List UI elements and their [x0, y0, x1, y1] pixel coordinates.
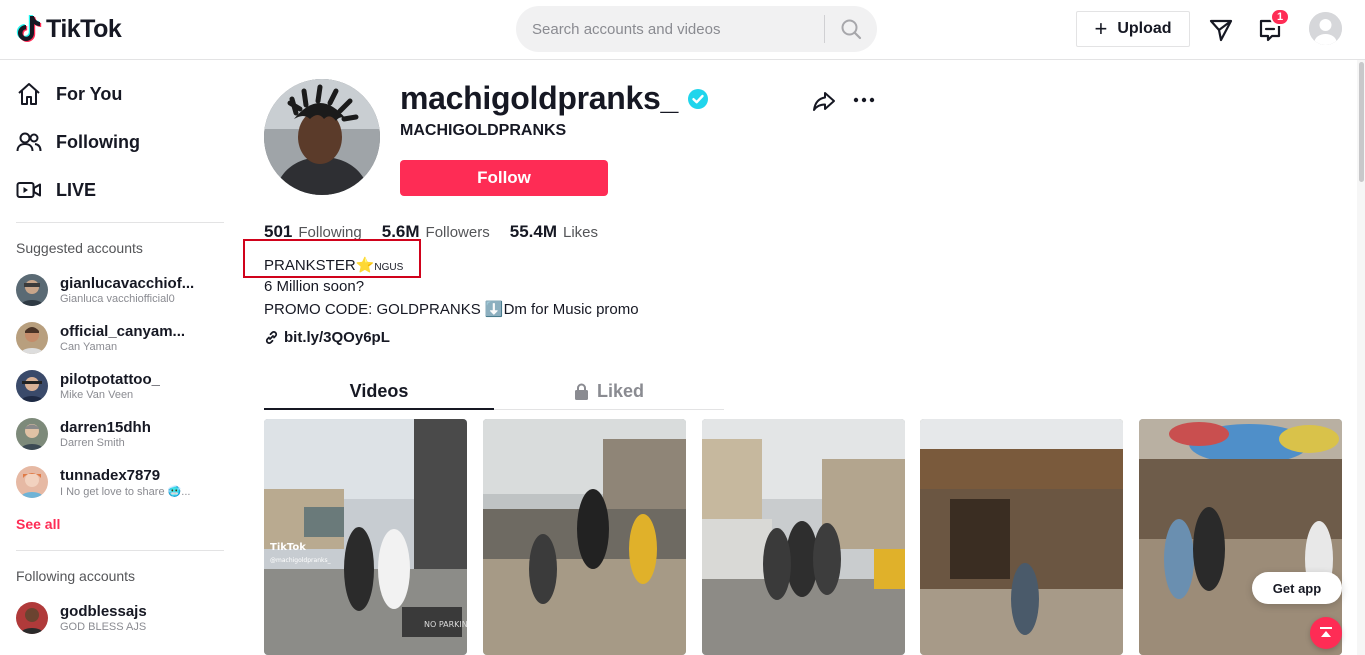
account-username: pilotpotattoo_ [60, 371, 160, 388]
account-username: gianlucavacchiof... [60, 275, 195, 292]
tiktok-watermark: TikTok [270, 542, 306, 553]
scrollbar-thumb[interactable] [1359, 62, 1364, 182]
tiktok-logo-icon [16, 15, 42, 42]
stat-label: Followers [425, 224, 490, 241]
following-account[interactable]: godblessajs GOD BLESS AJS [16, 596, 226, 640]
profile-photo [264, 79, 380, 195]
top-header: TikTok + Upload 1 [0, 0, 1365, 60]
no-parking-sign: NO PARKING [424, 620, 467, 629]
bio-text: Dm for Music promo [503, 301, 639, 318]
suggested-account[interactable]: tunnadex7879 I No get love to share 🥶... [16, 460, 226, 504]
lock-icon [574, 383, 588, 400]
down-arrow-emoji: ⬇️ [484, 301, 504, 318]
home-icon [18, 83, 40, 105]
share-icon [813, 92, 835, 111]
account-username: tunnadex7879 [60, 466, 161, 484]
upload-button[interactable]: + Upload [1076, 11, 1190, 47]
suggested-account[interactable]: pilotpotattoo_ Mike Van Veen [16, 364, 226, 408]
follow-button[interactable]: Follow [400, 160, 608, 196]
stat-value: 55.4M [509, 222, 557, 241]
more-icon [853, 97, 875, 103]
suggested-account[interactable]: darren15dhh Darren Smith [16, 412, 226, 456]
account-name: Can Yaman [60, 341, 118, 353]
see-all-link[interactable]: See all [16, 516, 60, 532]
send-message-button[interactable] [1208, 17, 1234, 48]
avatar [16, 602, 48, 634]
suggested-accounts-title: Suggested accounts [16, 240, 143, 256]
stat-label: Likes [562, 224, 599, 241]
account-name: GOD BLESS AJS [60, 621, 147, 633]
tab-label: Videos [349, 380, 409, 401]
search-icon [841, 19, 862, 40]
profile-tabs: Videos Liked [264, 372, 724, 410]
tab-videos[interactable]: Videos [264, 372, 494, 410]
arrow-up-icon [1320, 627, 1332, 637]
following-accounts-title: Following accounts [16, 568, 136, 584]
people-icon [16, 132, 42, 152]
search-input[interactable] [532, 20, 824, 38]
logo-text: TikTok [46, 14, 122, 43]
paper-plane-icon [1209, 19, 1233, 42]
link-icon [265, 331, 278, 344]
live-icon [16, 182, 41, 198]
bio-text: PROMO CODE: GOLDPRANKS [264, 301, 485, 318]
video-thumbnail[interactable] [483, 419, 686, 655]
nav-following[interactable]: Following [16, 128, 140, 156]
nav-for-you[interactable]: For You [16, 80, 122, 108]
video-thumbnail[interactable] [702, 419, 905, 655]
nav-live[interactable]: LIVE [16, 176, 96, 204]
back-to-top-button[interactable] [1310, 617, 1342, 649]
account-username: official_canyam... [60, 323, 186, 340]
suggested-account[interactable]: gianlucavacchiof... Gianluca vacchioffici… [16, 268, 226, 312]
username-text: machigoldpranks_ [400, 80, 678, 116]
user-avatar[interactable] [1309, 12, 1342, 45]
stat-likes: 55.4M Likes [510, 222, 598, 242]
account-name: Mike Van Veen [60, 389, 134, 401]
avatar [16, 370, 48, 402]
video-thumbnail[interactable] [920, 419, 1123, 655]
avatar [16, 418, 48, 450]
bio-link[interactable]: bit.ly/3QOy6pL [264, 329, 390, 346]
account-name: I No get love to share 🥶... [60, 485, 191, 498]
nav-label: Following [56, 131, 140, 152]
tab-label: Liked [596, 380, 644, 401]
link-text: bit.ly/3QOy6pL [284, 329, 390, 346]
search-bar [516, 6, 877, 52]
bio-line-2: 6 Million soon? [264, 278, 365, 295]
avatar [16, 322, 48, 354]
tab-liked[interactable]: Liked [494, 372, 724, 410]
avatar [16, 274, 48, 306]
nav-label: LIVE [56, 179, 97, 200]
nav-label: For You [56, 83, 123, 104]
verified-badge-icon [687, 88, 708, 109]
tiktok-logo[interactable]: TikTok [16, 14, 122, 44]
upload-label: Upload [1117, 20, 1172, 37]
bio-line-3: PROMO CODE: GOLDPRANKS ⬇️Dm for Music pr… [264, 300, 639, 318]
more-options-button[interactable] [852, 89, 876, 118]
avatar [16, 466, 48, 498]
profile-avatar[interactable] [264, 79, 380, 195]
highlight-box [243, 239, 421, 278]
plus-icon: + [1094, 16, 1108, 41]
sidebar: For You Following LIVE Suggested account… [0, 60, 240, 655]
suggested-account[interactable]: official_canyam... Can Yaman [16, 316, 226, 360]
account-name: Darren Smith [60, 437, 125, 449]
video-thumbnail[interactable] [1139, 419, 1342, 655]
active-tab-indicator [264, 408, 494, 410]
watermark-handle: @machigoldpranks_ [270, 557, 332, 564]
video-thumbnail[interactable]: NO PARKING TikTok @machigoldpranks_ [264, 419, 467, 655]
divider [16, 222, 224, 223]
get-app-button[interactable]: Get app [1252, 572, 1342, 604]
account-username: godblessajs [60, 603, 147, 620]
share-button[interactable] [812, 89, 836, 118]
account-name: Gianluca vacchiofficial0 [60, 293, 175, 305]
search-button[interactable] [825, 6, 877, 52]
account-username: darren15dhh [60, 419, 151, 436]
profile-username: machigoldpranks_ [400, 80, 708, 117]
default-avatar-icon [1309, 12, 1342, 45]
profile-nickname: MACHIGOLDPRANKS [400, 122, 567, 139]
divider [16, 550, 224, 551]
inbox-badge: 1 [1270, 8, 1290, 26]
